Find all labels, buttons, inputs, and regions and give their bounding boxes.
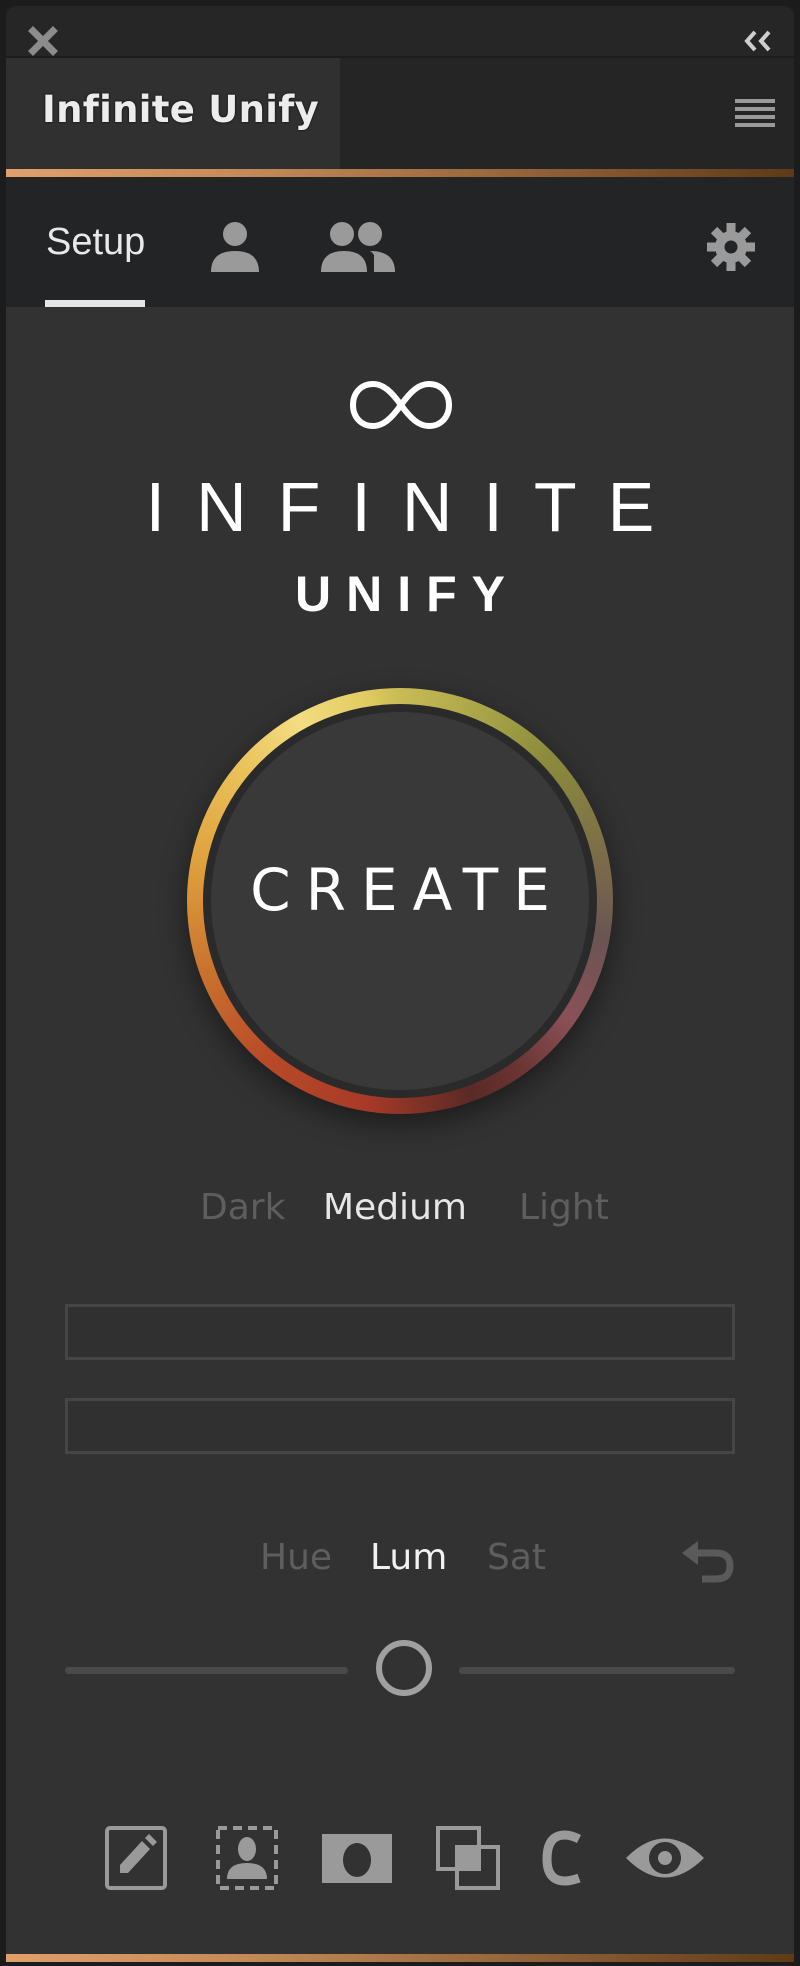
copper-accent-bar-bottom bbox=[6, 1954, 794, 1962]
input-field-2[interactable] bbox=[65, 1398, 735, 1454]
person-icon bbox=[211, 222, 259, 272]
tone-option-light[interactable]: Light bbox=[519, 1187, 609, 1228]
create-button[interactable]: CREATE bbox=[187, 688, 613, 1114]
adjust-slider[interactable] bbox=[65, 1640, 735, 1700]
tool-mask[interactable] bbox=[321, 1825, 393, 1891]
tool-preview[interactable] bbox=[625, 1825, 705, 1891]
settings-button[interactable] bbox=[706, 222, 756, 272]
panel-menu-button[interactable] bbox=[734, 98, 776, 128]
close-icon bbox=[28, 26, 58, 56]
collapse-panel-button[interactable] bbox=[741, 28, 777, 54]
adjust-option-sat[interactable]: Sat bbox=[487, 1537, 546, 1578]
slider-thumb[interactable] bbox=[376, 1640, 432, 1696]
tool-c[interactable] bbox=[541, 1825, 583, 1891]
undo-button[interactable] bbox=[680, 1539, 734, 1583]
slider-track-right bbox=[459, 1667, 735, 1674]
adjust-option-lum[interactable]: Lum bbox=[370, 1537, 447, 1578]
tool-overlap[interactable] bbox=[435, 1825, 501, 1891]
tone-option-dark[interactable]: Dark bbox=[200, 1187, 285, 1228]
tab-single-person[interactable] bbox=[210, 221, 260, 273]
slider-track-left bbox=[65, 1667, 348, 1674]
logo-text-unify: UNIFY bbox=[295, 566, 520, 622]
active-tab-indicator bbox=[45, 300, 145, 307]
select-subject-icon bbox=[216, 1826, 278, 1890]
panel-tab-infinite-unify[interactable]: Infinite Unify bbox=[6, 58, 340, 170]
panel-titlebar bbox=[6, 6, 794, 56]
panel-title: Infinite Unify bbox=[42, 88, 320, 131]
eye-icon bbox=[626, 1838, 704, 1878]
adjust-option-hue[interactable]: Hue bbox=[260, 1537, 332, 1578]
logo-text-infinite: INFINITE bbox=[145, 468, 686, 546]
infinity-icon bbox=[349, 380, 453, 430]
mask-icon bbox=[322, 1834, 392, 1883]
undo-icon bbox=[682, 1541, 734, 1583]
hls-selector: Hue Lum Sat bbox=[6, 1537, 794, 1587]
double-chevron-left-icon bbox=[744, 30, 771, 52]
hamburger-menu-icon bbox=[735, 99, 775, 127]
copper-accent-bar-top bbox=[6, 169, 794, 177]
create-label: CREATE bbox=[250, 856, 565, 924]
gear-icon bbox=[707, 223, 755, 271]
input-field-1[interactable] bbox=[65, 1304, 735, 1360]
c-letter-icon bbox=[542, 1830, 582, 1886]
tool-edit[interactable] bbox=[104, 1825, 168, 1891]
infinite-unify-panel: Infinite Unify Setup INFINITE UNIFY CREA… bbox=[0, 0, 800, 1966]
tab-group[interactable] bbox=[320, 221, 396, 273]
group-icon bbox=[321, 222, 395, 272]
edit-pencil-icon bbox=[105, 1826, 167, 1890]
panel-tabstrip: Infinite Unify bbox=[6, 58, 794, 170]
close-button[interactable] bbox=[28, 26, 58, 56]
overlap-layers-icon bbox=[436, 1826, 500, 1890]
nav-tabs: Setup bbox=[6, 177, 794, 307]
tone-option-medium[interactable]: Medium bbox=[323, 1187, 467, 1228]
tool-select-subject[interactable] bbox=[215, 1825, 279, 1891]
tone-selector: Dark Medium Light bbox=[6, 1187, 794, 1237]
tab-setup[interactable]: Setup bbox=[46, 221, 145, 264]
setup-content: INFINITE UNIFY CREATE Dark Medium Light … bbox=[6, 307, 794, 1954]
